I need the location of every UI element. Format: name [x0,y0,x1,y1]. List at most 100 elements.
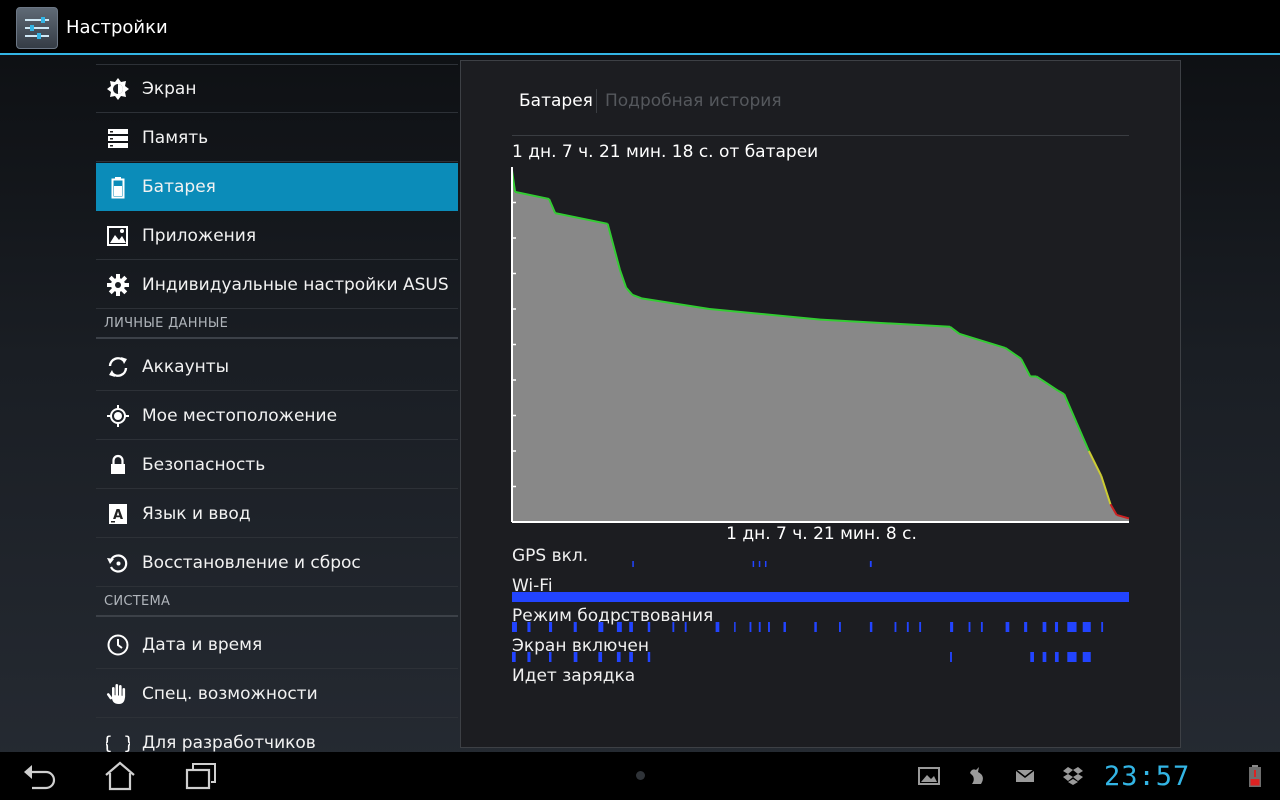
tab-detailed-history[interactable]: Подробная история [605,91,782,111]
battery-panel: Батарея Подробная история 1 дн. 7 ч. 21 … [460,60,1181,748]
settings-app-icon[interactable] [16,7,58,49]
clock-icon [107,634,129,656]
sidebar-item-label: Дата и время [142,635,263,655]
signal-track-gps [632,561,872,567]
signal-segment-awake [684,622,687,632]
section-header-system: СИСТЕМА [96,588,458,617]
signal-segment-awake [869,622,873,632]
svg-text:A: A [113,508,123,523]
signal-segment-awake [950,622,954,632]
signal-segment-awake [629,622,633,632]
signal-segment-screen [1082,652,1091,662]
signal-segment-awake [512,622,517,632]
battery-low-icon[interactable] [1248,764,1262,788]
signal-segment-awake [768,622,770,632]
bird-icon[interactable] [966,764,988,788]
signal-segment-gps [632,561,634,567]
backup-icon [107,554,128,573]
on-battery-label: 1 дн. 7 ч. 21 мин. 18 с. от батареи [512,142,819,162]
sidebar-item-display[interactable]: Экран [96,65,458,113]
signal-segment-screen [598,652,603,662]
back-icon[interactable] [20,760,60,792]
gear-icon [107,274,129,296]
svg-text:{ }: { } [106,733,130,752]
sync-icon [108,357,128,377]
sidebar-item-language[interactable]: A Язык и ввод [96,490,458,538]
recent-apps-icon[interactable] [181,760,221,792]
location-icon [107,405,129,427]
signal-segment-screen [1067,652,1077,662]
signal-segment-awake [527,622,531,632]
signal-segment-awake [672,622,675,632]
sidebar-item-asus[interactable]: Индивидуальные настройки ASUS [96,261,458,309]
sidebar-item-label: Индивидуальные настройки ASUS [142,275,449,295]
brightness-icon [107,78,129,100]
sidebar-item-label: Батарея [142,177,216,197]
sidebar-item-label: Память [142,128,209,148]
signal-segment-screen [512,652,516,662]
signal-segment-awake [980,622,983,632]
signal-segment-awake [1024,622,1028,632]
section-header-personal: ЛИЧНЫЕ ДАННЫЕ [96,310,458,339]
tab-battery[interactable]: Батарея [519,91,593,111]
signal-segment-awake [814,622,817,632]
signal-track-screen [512,652,1091,662]
signal-segment-awake [1101,622,1104,632]
signal-segment-awake [1082,622,1091,632]
sidebar-item-label: Мое местоположение [142,406,338,426]
signal-track-charging [511,681,1130,693]
signal-track-wifi [512,592,1129,602]
status-clock: 23:57 [1104,761,1191,792]
signal-segment-awake [1042,622,1047,632]
sidebar-item-label: Аккаунты [142,357,230,377]
sliders-icon [25,17,49,39]
battery-icon [111,177,125,199]
signal-segment-awake [1067,622,1077,632]
signal-segment-screen [1042,652,1047,662]
system-bar: 23:57 [0,752,1280,800]
sidebar-item-battery[interactable]: Батарея [96,163,458,211]
signal-segment-screen [629,652,633,662]
page-indicator-dot [636,771,645,780]
wifi-icon[interactable] [1214,764,1242,788]
sidebar-item-developer[interactable]: { } Для разработчиков [96,719,458,752]
action-bar: Настройки [0,0,1280,55]
sidebar-item-security[interactable]: Безопасность [96,441,458,489]
sidebar-item-datetime[interactable]: Дата и время [96,621,458,669]
dropbox-icon[interactable] [1062,764,1084,788]
sidebar-item-accessibility[interactable]: Спец. возможности [96,670,458,718]
signal-segment-awake [715,622,720,632]
lock-icon [111,454,125,474]
sidebar-item-label: Безопасность [142,455,266,475]
tab-divider [512,135,1129,136]
sidebar-item-storage[interactable]: Память [96,114,458,162]
sidebar-item-accounts[interactable]: Аккаунты [96,343,458,391]
home-icon[interactable] [100,760,140,792]
signal-segment-awake [1005,622,1010,632]
sidebar-item-label: Экран [142,79,197,99]
settings-list: Экран Память Батарея Приложения Индивиду… [96,64,458,752]
sidebar-item-label: Спец. возможности [142,684,318,704]
signal-segment-screen [616,652,621,662]
signal-segment-awake [968,622,971,632]
signal-segment-awake [906,622,909,632]
signal-segment-awake [734,622,736,632]
signal-segment-awake [647,622,651,632]
sidebar-item-location[interactable]: Мое местоположение [96,392,458,440]
signal-segment-gps [752,561,755,567]
sidebar-item-label: Восстановление и сброс [142,553,361,573]
gallery-icon[interactable] [918,764,940,788]
sidebar-item-apps[interactable]: Приложения [96,212,458,260]
signal-segment-screen [950,652,952,662]
signal-segment-gps [764,561,767,567]
mail-icon[interactable] [1014,764,1036,788]
sidebar-item-backup[interactable]: Восстановление и сброс [96,539,458,587]
signal-segment-awake [1054,622,1059,632]
signal-segment-awake [894,622,897,632]
signal-segment-gps [869,561,872,567]
signal-segment-awake [616,622,622,632]
signal-segment-awake [783,622,786,632]
signal-segment-screen [573,652,578,662]
sidebar-item-label: Приложения [142,226,257,246]
hand-icon [106,684,126,704]
